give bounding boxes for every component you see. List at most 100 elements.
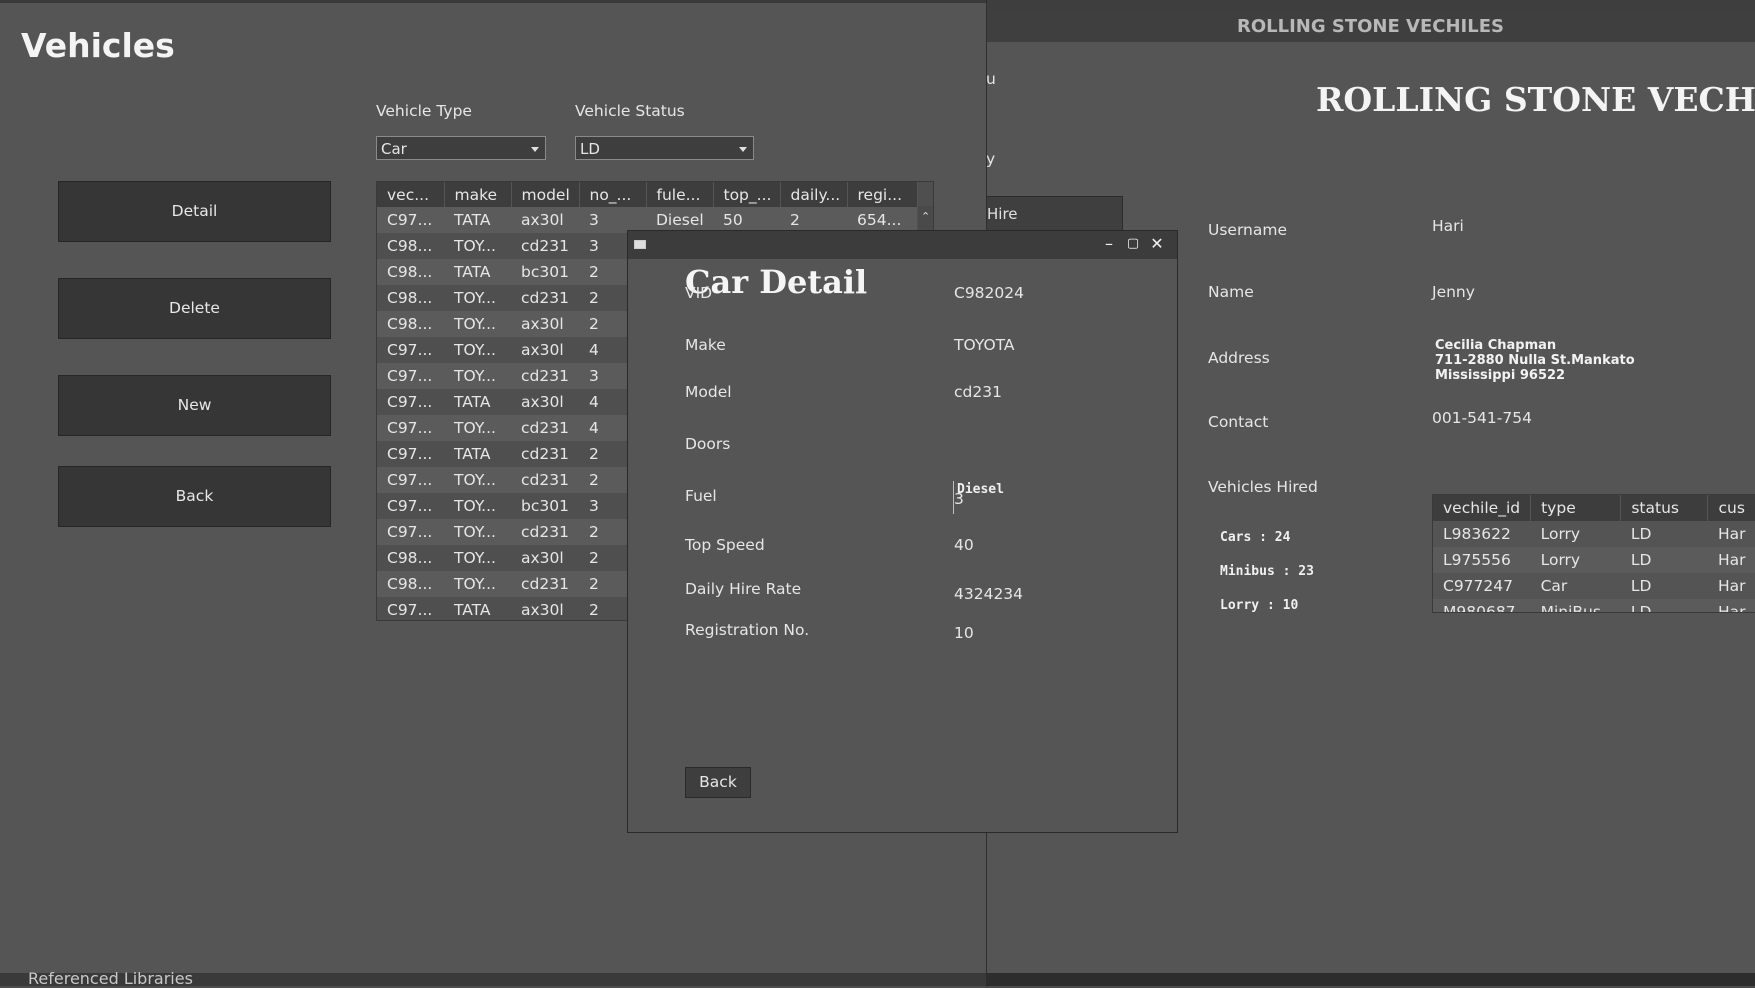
column-header[interactable]: fule... [646,182,714,207]
referenced-libraries-label[interactable]: Referenced Libraries [28,969,193,988]
model-label: Model [685,383,732,401]
table-row[interactable]: M980687 MiniBus LD Har [1433,599,1755,612]
table-cell: C97... [387,497,433,515]
column-header[interactable]: status [1620,495,1709,521]
table-cell: C98... [387,237,433,255]
table-cell: Lorry [1540,525,1581,543]
table-cell: Har [1717,525,1746,543]
column-header[interactable]: vechile_id [1433,495,1532,521]
table-cell: ax30l [521,549,564,567]
table-row[interactable]: C977247 Car LD Har [1433,573,1755,599]
column-header[interactable]: daily... [780,182,848,207]
back-button[interactable]: Back [58,466,331,527]
table-cell: Lorry [1530,547,1621,573]
table-cell: LD [1630,525,1652,543]
table-cell: C97... [377,415,444,441]
daily-hire-rate-value: 4324234 [954,585,1024,603]
vehicle-status-select[interactable]: LD [575,136,754,160]
maximize-icon[interactable]: ▢ [1122,233,1144,255]
main-window-titlebar[interactable]: ROLLING STONE VECHILES [986,12,1755,42]
vehicle-type-select[interactable]: Car [376,136,546,160]
address-line: 711-2880 Nulla St.Mankato [1435,353,1635,368]
column-header[interactable]: model [511,182,580,207]
column-header[interactable]: top_... [713,182,781,207]
daily-hire-rate-label: Daily Hire Rate [685,580,802,598]
dialog-titlebar[interactable] [628,231,1177,259]
address-label: Address [1208,349,1270,367]
registration-label: Registration No. [685,621,810,639]
address-value: Cecilia Chapman 711-2880 Nulla St.Mankat… [1435,338,1635,383]
address-line: Mississippi 96522 [1435,368,1566,383]
hire-button[interactable]: Hire [986,196,1123,232]
table-row[interactable]: L975556 Lorry LD Har [1433,547,1755,573]
table-cell: C97... [387,601,433,619]
delete-button[interactable]: Delete [58,278,331,339]
table-cell: TOY... [444,311,511,337]
vehicles-title: Vehicles [21,26,175,65]
column-header[interactable]: no_... [579,182,647,207]
partial-label: y [986,150,996,168]
table-header-row: vec... make model no_... fule... top_...… [377,182,918,207]
table-cell: Har [1717,577,1746,595]
column-header[interactable]: vec... [377,182,445,207]
window-top-strip [986,0,1755,12]
column-header[interactable]: cus [1707,495,1755,521]
table-cell: TOY... [444,363,511,389]
minimize-icon[interactable]: – [1098,233,1120,255]
lorry-count: Lorry : 10 [1220,598,1299,613]
vehicle-type-label: Vehicle Type [376,102,472,120]
table-cell: C97... [387,393,433,411]
make-label: Make [685,336,726,354]
table-cell: C98... [387,289,433,307]
new-button[interactable]: New [58,375,331,436]
address-line: Cecilia Chapman [1435,338,1557,353]
table-cell: C98... [377,311,444,337]
partial-label: u [986,70,996,88]
table-cell: TOY... [454,237,496,255]
contact-value: 001-541-754 [1432,409,1532,427]
vid-value: C982024 [954,284,1024,302]
make-value: TOYOTA [954,336,1015,354]
table-cell: C98... [387,549,433,567]
table-cell: MiniBus [1530,599,1621,612]
table-cell: Har [1707,547,1755,573]
table-cell: ax30l [521,393,564,411]
table-cell: cd231 [511,571,579,597]
table-cell: C97... [387,341,433,359]
app-heading: ROLLING STONE VECHILE [1316,80,1755,119]
bottom-panel-bar: Referenced Libraries [0,969,986,988]
table-cell: L983622 [1443,525,1511,543]
table-cell: bc301 [521,497,569,515]
vehicle-type-selected: Car [381,140,407,158]
table-cell: C97... [377,467,444,493]
column-header[interactable]: regi... [847,182,918,207]
column-header[interactable]: type [1530,495,1622,521]
hire-button-label: Hire [987,205,1018,223]
table-cell: C98... [377,571,444,597]
table-cell: cd231 [521,237,569,255]
doors-label: Doors [685,435,731,453]
table-cell: LD [1620,599,1708,612]
minibus-count: Minibus : 23 [1220,564,1314,579]
table-cell: TOY... [454,549,496,567]
name-value: Jenny [1432,283,1475,301]
hired-vehicles-table[interactable]: vechile_id type status cus L983622 Lorry… [1432,494,1755,613]
username-label: Username [1208,221,1288,239]
table-cell: Har [1707,599,1755,612]
dialog-back-button[interactable]: Back [685,767,751,798]
car-detail-dialog: – ▢ ✕ Car Detail VID C982024 Make TOYOTA… [627,230,1178,833]
table-cell: Car [1540,577,1568,595]
column-header[interactable]: make [444,182,512,207]
table-cell: ax30l [521,341,564,359]
table-cell: C97... [377,363,444,389]
close-icon[interactable]: ✕ [1146,233,1168,255]
detail-button[interactable]: Detail [58,181,331,242]
vehicle-status-selected: LD [580,140,600,158]
table-cell: ax30l [521,601,564,619]
table-row[interactable]: L983622 Lorry LD Har [1433,521,1755,547]
chevron-up-icon[interactable]: ⌃ [921,210,930,223]
table-cell: cd231 [521,445,569,463]
top-speed-label: Top Speed [685,536,765,554]
table-cell: TOY... [454,497,496,515]
doors-value: Diesel [957,482,1004,497]
